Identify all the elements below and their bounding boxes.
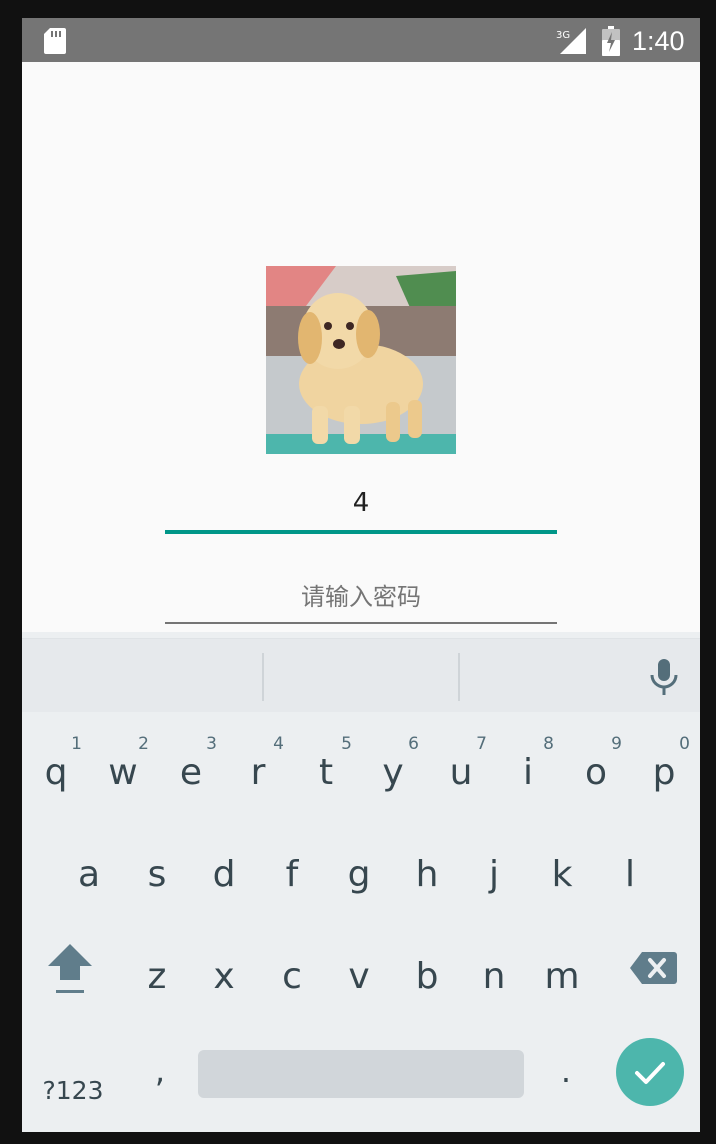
status-bar: 3G 1:40 bbox=[22, 18, 700, 62]
username-field[interactable]: 4 bbox=[165, 476, 557, 536]
puppy-image bbox=[266, 266, 456, 454]
username-underline bbox=[165, 530, 557, 534]
checkmark-icon bbox=[635, 1062, 665, 1084]
key-o[interactable]: 9o bbox=[566, 726, 626, 816]
phone-screen: 3G 1:40 4 1 q 2 w 3 e 4 r 5 t 6 y 7 u 8 … bbox=[22, 18, 700, 1132]
key-l[interactable]: l bbox=[600, 828, 660, 918]
status-clock: 1:40 bbox=[632, 26, 685, 56]
done-key[interactable] bbox=[616, 1038, 684, 1106]
key-f[interactable]: f bbox=[262, 828, 322, 918]
key-h[interactable]: h bbox=[397, 828, 457, 918]
key-b[interactable]: b bbox=[397, 930, 457, 1020]
key-q[interactable]: 1q bbox=[26, 726, 86, 816]
key-e[interactable]: 3e bbox=[161, 726, 221, 816]
signal-icon: 3G bbox=[556, 28, 586, 54]
shift-icon bbox=[48, 944, 92, 993]
symbols-key[interactable]: ?123 bbox=[36, 1076, 110, 1112]
key-t[interactable]: 5t bbox=[296, 726, 356, 816]
key-u[interactable]: 7u bbox=[431, 726, 491, 816]
svg-text:3G: 3G bbox=[556, 30, 570, 41]
comma-key[interactable]: , bbox=[140, 1052, 180, 1112]
suggestion-strip bbox=[22, 638, 700, 712]
password-field-container bbox=[165, 568, 557, 624]
key-w[interactable]: 2w bbox=[93, 726, 153, 816]
password-underline bbox=[165, 622, 557, 624]
key-n[interactable]: n bbox=[464, 930, 524, 1020]
sd-card-icon bbox=[44, 28, 66, 54]
suggestion-divider bbox=[262, 653, 264, 701]
key-p[interactable]: 0p bbox=[634, 726, 694, 816]
battery-icon bbox=[602, 26, 620, 56]
key-s[interactable]: s bbox=[127, 828, 187, 918]
key-x[interactable]: x bbox=[194, 930, 254, 1020]
key-k[interactable]: k bbox=[532, 828, 592, 918]
suggestion-divider bbox=[458, 653, 460, 701]
key-a[interactable]: a bbox=[59, 828, 119, 918]
key-d[interactable]: d bbox=[194, 828, 254, 918]
backspace-icon bbox=[630, 952, 677, 984]
shift-key[interactable] bbox=[42, 938, 98, 1008]
key-i[interactable]: 8i bbox=[498, 726, 558, 816]
key-r[interactable]: 4r bbox=[228, 726, 288, 816]
key-z[interactable]: z bbox=[127, 930, 187, 1020]
key-c[interactable]: c bbox=[262, 930, 322, 1020]
soft-keyboard: 1q 2w 3e 4r 5t 6y 7u 8i 9o 0p a s d f g … bbox=[22, 632, 700, 1132]
backspace-key[interactable] bbox=[628, 948, 678, 988]
key-g[interactable]: g bbox=[329, 828, 389, 918]
username-value: 4 bbox=[352, 488, 370, 518]
password-input[interactable] bbox=[165, 568, 557, 624]
space-bar[interactable] bbox=[198, 1050, 524, 1098]
period-key[interactable]: . bbox=[546, 1052, 586, 1112]
microphone-icon[interactable] bbox=[644, 657, 684, 697]
key-m[interactable]: m bbox=[532, 930, 592, 1020]
key-v[interactable]: v bbox=[329, 930, 389, 1020]
key-j[interactable]: j bbox=[464, 828, 524, 918]
key-y[interactable]: 6y bbox=[363, 726, 423, 816]
